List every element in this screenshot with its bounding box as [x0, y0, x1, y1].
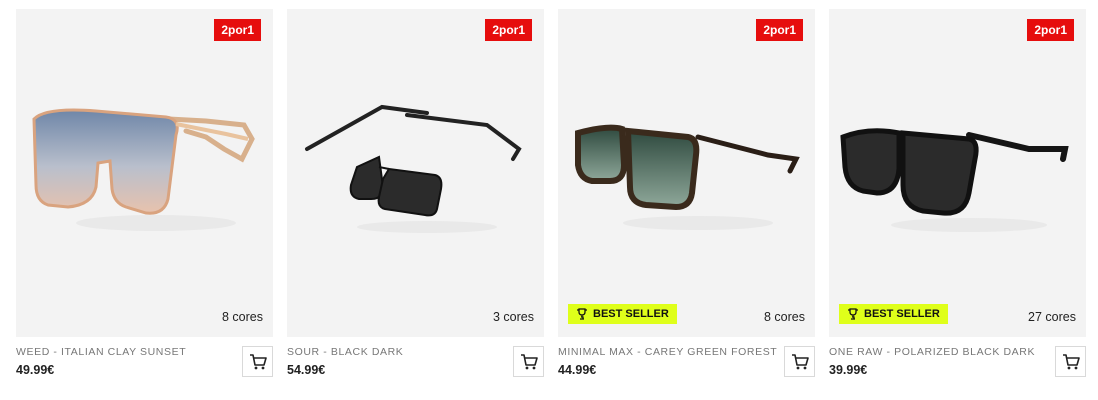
- product-name[interactable]: SOUR - BLACK DARK: [287, 346, 544, 358]
- color-count: 27 cores: [1028, 310, 1076, 324]
- product-name[interactable]: ONE RAW - POLARIZED BLACK DARK: [829, 346, 1086, 358]
- add-to-cart-button[interactable]: [1055, 346, 1086, 377]
- add-to-cart-button[interactable]: [242, 346, 273, 377]
- add-to-cart-button[interactable]: [513, 346, 544, 377]
- promo-badge: 2por1: [756, 19, 803, 41]
- cart-icon: [249, 353, 267, 369]
- product-card[interactable]: 2por1 3 cores SOUR - BLACK DARK 54.99€: [287, 9, 544, 388]
- product-card[interactable]: 2por1 8 cores WEED - ITALIAN CLAY SUNSET…: [16, 9, 273, 388]
- color-count: 8 cores: [222, 310, 263, 324]
- cart-icon: [520, 353, 538, 369]
- product-price: 39.99€: [829, 363, 868, 377]
- trophy-icon: [577, 308, 587, 320]
- promo-badge: 2por1: [485, 19, 532, 41]
- best-seller-label: BEST SELLER: [593, 308, 669, 320]
- sunglasses-image: [32, 108, 255, 231]
- product-name[interactable]: WEED - ITALIAN CLAY SUNSET: [16, 346, 273, 358]
- best-seller-label: BEST SELLER: [864, 308, 940, 320]
- promo-badge: 2por1: [1027, 19, 1074, 41]
- product-info: MINIMAL MAX - CAREY GREEN FOREST 44.99€: [558, 346, 815, 388]
- product-image[interactable]: 2por1 BEST SELLER 8 cores: [558, 9, 815, 337]
- product-price: 54.99€: [287, 363, 326, 377]
- product-info: SOUR - BLACK DARK 54.99€: [287, 346, 544, 388]
- product-image[interactable]: 2por1 8 cores: [16, 9, 273, 337]
- color-count: 3 cores: [493, 310, 534, 324]
- sunglasses-image: [305, 104, 522, 233]
- sunglasses-image: [575, 124, 800, 230]
- product-info: ONE RAW - POLARIZED BLACK DARK 39.99€: [829, 346, 1086, 388]
- cart-icon: [1062, 353, 1080, 369]
- product-grid: 2por1 8 cores WEED - ITALIAN CLAY SUNSET…: [16, 9, 1086, 388]
- cart-icon: [791, 353, 809, 369]
- add-to-cart-button[interactable]: [784, 346, 815, 377]
- promo-badge: 2por1: [214, 19, 261, 41]
- product-card[interactable]: 2por1 BEST SELLER 8 cores MINIMAL MAX - …: [558, 9, 815, 388]
- sunglasses-image: [840, 128, 1069, 232]
- trophy-icon: [848, 308, 858, 320]
- product-info: WEED - ITALIAN CLAY SUNSET 49.99€: [16, 346, 273, 388]
- product-name[interactable]: MINIMAL MAX - CAREY GREEN FOREST: [558, 346, 815, 358]
- product-card[interactable]: 2por1 BEST SELLER 27 cores ONE RAW - POL…: [829, 9, 1086, 388]
- best-seller-badge: BEST SELLER: [568, 304, 677, 324]
- product-image[interactable]: 2por1 3 cores: [287, 9, 544, 337]
- best-seller-badge: BEST SELLER: [839, 304, 948, 324]
- color-count: 8 cores: [764, 310, 805, 324]
- product-price: 44.99€: [558, 363, 597, 377]
- product-price: 49.99€: [16, 363, 55, 377]
- product-image[interactable]: 2por1 BEST SELLER 27 cores: [829, 9, 1086, 337]
